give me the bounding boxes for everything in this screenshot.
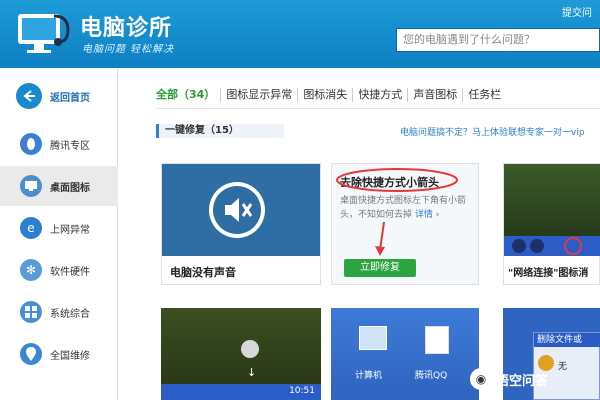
section-title: 一键修复（15） (156, 124, 284, 138)
tab-icon-abnormal[interactable]: 图标显示异常 (221, 88, 299, 102)
sidebar: 返回首页 腾讯专区 桌面图标 e 上网异常 ✻ 软件硬件 系统综合 全国维修 (0, 68, 118, 400)
desktop-icon-label: 计算机 (355, 371, 383, 381)
back-arrow-icon (16, 83, 42, 109)
fix-card-desktop[interactable]: 计算机 腾讯QQ (331, 308, 479, 400)
fix-card-network-icon[interactable]: "网络连接"图标消 (503, 163, 600, 285)
sidebar-item-label: 桌面图标 (50, 182, 90, 194)
sidebar-item-internet[interactable]: e 上网异常 (0, 208, 118, 248)
main-content: 全部（34） 图标显示异常 图标消失 快捷方式 声音图标 任务栏 一键修复（15… (118, 68, 600, 400)
red-annotation-circle (564, 237, 582, 255)
tray-icon (512, 239, 526, 253)
card-caption: "网络连接"图标消 (508, 268, 589, 279)
red-annotation-arrow (375, 222, 385, 256)
fix-card-tray[interactable]: ↓ 10:51 (161, 308, 321, 400)
monitor-stethoscope-logo-icon (14, 8, 74, 58)
sidebar-item-label: 系统综合 (50, 308, 90, 320)
desktop-icon-label: 腾讯QQ (415, 371, 448, 381)
brand-title: 电脑诊所 (80, 16, 173, 41)
chevron-right-icon: › (435, 210, 440, 220)
app-header: 电脑诊所 电脑问题 轻松解决 提交问 您的电脑遇到了什么问题？ (0, 0, 600, 68)
tencent-penguin-icon (20, 133, 42, 155)
taskbar-clock: 10:51 (289, 386, 315, 396)
card-image (162, 164, 320, 256)
taskbar (504, 236, 600, 256)
card-caption: 电脑没有声音 (170, 266, 236, 279)
windows-icon (20, 301, 42, 323)
vip-help-link[interactable]: 电脑问题搞不定？马上体验联想专家一对一vip (400, 125, 585, 138)
red-annotation-ellipse (336, 168, 458, 192)
brand-slogan: 电脑问题 轻松解决 (82, 44, 175, 55)
fix-card-shortcut-arrow[interactable]: 去除快捷方式小箭头 桌面快捷方式图标左下角有小箭头，不知如何去掉 详情 › 立即… (331, 163, 479, 285)
watermark: ◉ 悟空问答 (470, 368, 548, 390)
sidebar-item-desktop[interactable]: 桌面图标 (0, 166, 118, 206)
wukong-logo-icon: ◉ (470, 368, 492, 390)
qq-icon (425, 326, 449, 354)
gear-icon: ✻ (20, 259, 42, 281)
sidebar-item-label: 上网异常 (50, 224, 90, 236)
fix-now-button[interactable]: 立即修复 (344, 259, 416, 277)
sidebar-item-home[interactable]: 返回首页 (0, 76, 118, 116)
sidebar-item-repair[interactable]: 全国维修 (0, 334, 118, 374)
ie-browser-icon: e (20, 217, 42, 239)
dialog-title: 删除文件或 (534, 333, 600, 347)
tab-icon-missing[interactable]: 图标消失 (298, 88, 354, 102)
category-tabs: 全部（34） 图标显示异常 图标消失 快捷方式 声音图标 任务栏 (156, 88, 506, 102)
location-pin-icon (20, 343, 42, 365)
sidebar-item-label: 全国维修 (50, 350, 90, 362)
sidebar-item-hardware[interactable]: ✻ 软件硬件 (0, 250, 118, 290)
tab-shortcut[interactable]: 快捷方式 (353, 88, 409, 102)
tab-taskbar[interactable]: 任务栏 (463, 88, 506, 102)
tab-all[interactable]: 全部（34） (156, 88, 222, 102)
sidebar-item-system[interactable]: 系统综合 (0, 292, 118, 332)
tray-icon (530, 239, 544, 253)
card-description: 桌面快捷方式图标左下角有小箭头，不知如何去掉 详情 › (340, 196, 467, 220)
card-image (504, 164, 600, 256)
search-input[interactable]: 您的电脑遇到了什么问题？ (396, 28, 600, 52)
ask-question-link[interactable]: 提交问 (562, 4, 592, 19)
tab-divider (156, 108, 600, 109)
computer-icon (359, 326, 387, 350)
details-link[interactable]: 详情 (415, 210, 433, 220)
speaker-icon (241, 340, 259, 358)
sidebar-item-label: 腾讯专区 (50, 140, 90, 152)
sidebar-item-label: 返回首页 (50, 92, 90, 104)
down-arrow-icon: ↓ (247, 366, 257, 379)
speaker-mute-icon (209, 182, 265, 238)
watermark-text: 悟空问答 (496, 373, 549, 389)
fix-card-no-sound[interactable]: 电脑没有声音 (161, 163, 321, 285)
tab-sound-icon[interactable]: 声音图标 (408, 88, 464, 102)
dialog-body: 无 (558, 362, 568, 372)
sidebar-item-label: 软件硬件 (50, 266, 90, 278)
desktop-icon (20, 175, 42, 197)
sidebar-item-tencent[interactable]: 腾讯专区 (0, 124, 118, 164)
